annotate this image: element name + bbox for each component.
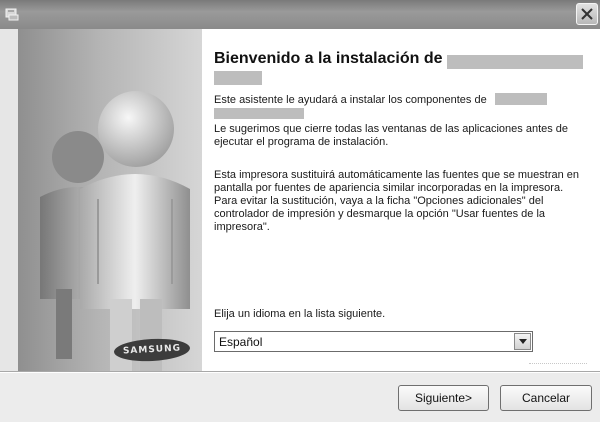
language-selected-value: Español xyxy=(219,335,263,349)
content-panel: Bienvenido a la instalación de Este asis… xyxy=(202,29,600,371)
redacted-component-name xyxy=(495,93,547,105)
redacted-component-name-continued xyxy=(214,108,304,119)
redacted-product-name xyxy=(447,55,583,69)
font-replacement-text: Esta impresora sustituirá automáticament… xyxy=(214,169,580,233)
divider xyxy=(529,363,587,365)
close-button[interactable] xyxy=(576,3,598,25)
cancel-button[interactable]: Cancelar xyxy=(500,385,592,411)
title-bar[interactable] xyxy=(0,0,600,29)
side-panel: SAMSUNG xyxy=(18,29,202,371)
intro-text: Este asistente le ayudará a instalar los… xyxy=(214,94,487,106)
dropdown-button[interactable] xyxy=(514,333,531,350)
page-title: Bienvenido a la instalación de xyxy=(214,50,443,67)
language-select[interactable]: Español xyxy=(214,331,533,352)
redacted-product-name-continued xyxy=(214,71,262,85)
close-apps-text: Le sugerimos que cierre todas las ventan… xyxy=(214,123,569,148)
installer-icon xyxy=(4,6,20,22)
left-border xyxy=(0,29,18,371)
installer-window: SAMSUNG Bienvenido a la instalación de E… xyxy=(0,0,600,422)
footer-separator xyxy=(0,371,600,373)
people-illustration xyxy=(40,91,190,371)
language-label: Elija un idioma en la lista siguiente. xyxy=(214,308,386,320)
chevron-down-icon xyxy=(519,339,527,344)
close-icon xyxy=(581,8,593,20)
next-button[interactable]: Siguiente> xyxy=(398,385,489,411)
